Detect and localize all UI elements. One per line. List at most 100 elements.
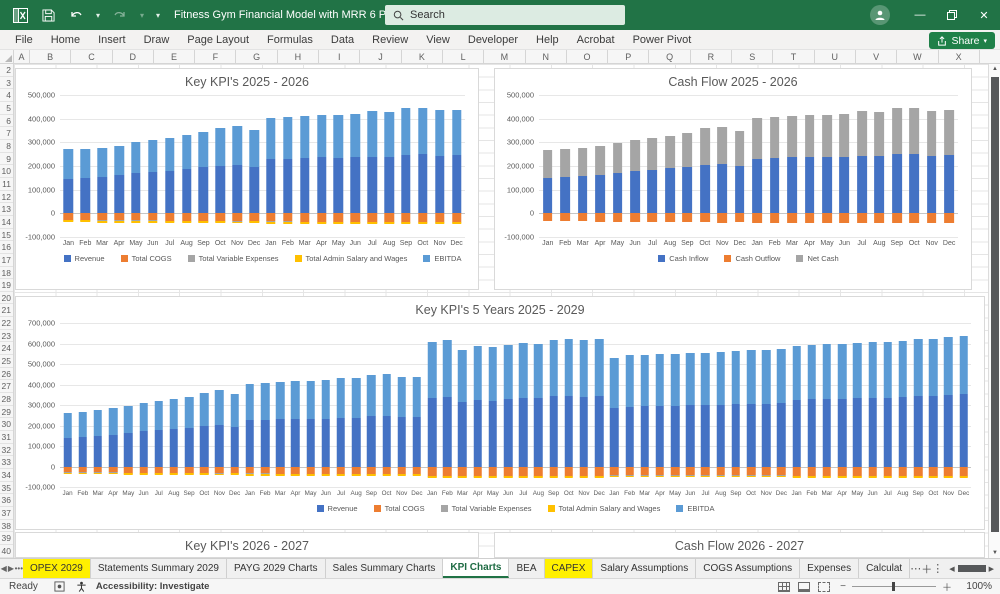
sheet-tab-expenses[interactable]: Expenses [800, 559, 860, 578]
row-header-5[interactable]: 5 [0, 102, 13, 115]
search-input[interactable]: Search [385, 5, 625, 25]
sheet-tab-kpi-charts[interactable]: KPI Charts [443, 559, 510, 578]
column-header-O[interactable]: O [567, 50, 609, 63]
column-header-I[interactable]: I [319, 50, 361, 63]
row-header-25[interactable]: 25 [0, 355, 13, 368]
customize-qat-caret[interactable]: ▾ [152, 11, 164, 20]
ribbon-tab-power-pivot[interactable]: Power Pivot [624, 30, 701, 50]
column-header-N[interactable]: N [526, 50, 567, 63]
column-header-T[interactable]: T [773, 50, 815, 63]
add-sheet-icon[interactable]: ＋ [921, 559, 932, 578]
account-avatar[interactable] [870, 5, 890, 25]
save-icon[interactable] [36, 4, 60, 26]
accessibility-icon[interactable] [74, 581, 90, 592]
row-header-10[interactable]: 10 [0, 165, 13, 178]
row-header-21[interactable]: 21 [0, 304, 13, 318]
row-header-3[interactable]: 3 [0, 77, 13, 90]
sheet-tab-cogs-assumptions[interactable]: COGS Assumptions [696, 559, 801, 578]
tabstrip-menu-icon[interactable]: ⋮ [932, 559, 943, 578]
chart-kpi-2026-2027[interactable]: Key KPI's 2026 - 2027 [15, 532, 479, 558]
row-header-13[interactable]: 13 [0, 203, 13, 216]
horizontal-scrollbar[interactable]: ◀ ▶ [943, 559, 1000, 578]
column-header-G[interactable]: G [236, 50, 278, 63]
row-header-7[interactable]: 7 [0, 127, 13, 140]
vertical-scroll-thumb[interactable] [991, 77, 999, 532]
close-button[interactable]: ✕ [968, 0, 1000, 30]
column-header-B[interactable]: B [30, 50, 72, 63]
column-header-V[interactable]: V [856, 50, 898, 63]
column-header-M[interactable]: M [484, 50, 526, 63]
hscroll-left-icon[interactable]: ◀ [949, 565, 954, 573]
row-header-30[interactable]: 30 [0, 418, 13, 432]
column-header-R[interactable]: R [691, 50, 733, 63]
sheet-tab-calculat[interactable]: Calculat [859, 559, 911, 578]
row-header-9[interactable]: 9 [0, 153, 13, 166]
row-header-37[interactable]: 37 [0, 507, 13, 520]
row-header-11[interactable]: 11 [0, 178, 13, 191]
column-header-P[interactable]: P [608, 50, 650, 63]
ribbon-tab-developer[interactable]: Developer [459, 30, 527, 50]
hscroll-right-icon[interactable]: ▶ [989, 565, 994, 573]
normal-view-icon[interactable] [778, 581, 791, 592]
row-header-19[interactable]: 19 [0, 279, 13, 292]
row-header-34[interactable]: 34 [0, 469, 13, 482]
column-header-K[interactable]: K [402, 50, 443, 63]
row-header-26[interactable]: 26 [0, 368, 13, 381]
column-header-S[interactable]: S [732, 50, 774, 63]
row-header-24[interactable]: 24 [0, 342, 13, 356]
share-button[interactable]: Share ▾ [929, 32, 995, 49]
row-header-20[interactable]: 20 [0, 292, 13, 305]
scroll-down-icon[interactable]: ▼ [989, 550, 1000, 556]
row-header-17[interactable]: 17 [0, 254, 13, 267]
column-header-F[interactable]: F [195, 50, 237, 63]
column-header-L[interactable]: L [443, 50, 485, 63]
row-header-29[interactable]: 29 [0, 406, 13, 419]
horizontal-scroll-thumb[interactable] [957, 565, 986, 572]
row-header-12[interactable]: 12 [0, 191, 13, 204]
zoom-slider-thumb[interactable] [892, 582, 895, 591]
undo-dropdown-caret[interactable]: ▾ [92, 11, 104, 20]
sheet-nav-left-icon[interactable]: ◀ [0, 559, 7, 578]
column-header-E[interactable]: E [154, 50, 196, 63]
column-header-H[interactable]: H [278, 50, 320, 63]
sheet-tab-payg-2029-charts[interactable]: PAYG 2029 Charts [227, 559, 326, 578]
ribbon-tab-acrobat[interactable]: Acrobat [568, 30, 624, 50]
vertical-scrollbar[interactable]: ▲ ▼ [988, 64, 1000, 558]
zoom-slider[interactable] [852, 582, 936, 591]
row-header-35[interactable]: 35 [0, 482, 13, 495]
row-header-38[interactable]: 38 [0, 520, 13, 533]
row-header-4[interactable]: 4 [0, 89, 13, 102]
sheet-tab-salary-assumptions[interactable]: Salary Assumptions [593, 559, 697, 578]
select-all-corner[interactable] [0, 50, 14, 63]
ribbon-tab-file[interactable]: File [6, 30, 42, 50]
row-header-31[interactable]: 31 [0, 431, 13, 444]
sheet-tab-opex-2029[interactable]: OPEX 2029 [23, 559, 91, 578]
scroll-up-icon[interactable]: ▲ [989, 66, 1000, 72]
grid-area[interactable]: Key KPI's 2025 - 2026 500,000 400,000 300,0… [14, 64, 988, 558]
row-header-39[interactable]: 39 [0, 532, 13, 545]
ribbon-tab-draw[interactable]: Draw [135, 30, 179, 50]
chart-kpi-2025-2026[interactable]: Key KPI's 2025 - 2026 500,000 400,000 300,0… [15, 68, 479, 290]
page-break-view-icon[interactable] [818, 581, 831, 592]
row-header-28[interactable]: 28 [0, 393, 13, 406]
row-header-23[interactable]: 23 [0, 330, 13, 343]
ribbon-tab-page-layout[interactable]: Page Layout [178, 30, 258, 50]
ribbon-tab-help[interactable]: Help [527, 30, 568, 50]
sheet-tab-capex[interactable]: CAPEX [544, 559, 594, 578]
row-header-2[interactable]: 2 [0, 64, 13, 77]
row-header-15[interactable]: 15 [0, 229, 13, 242]
row-header-27[interactable]: 27 [0, 380, 13, 394]
column-header-J[interactable]: J [360, 50, 402, 63]
ribbon-tab-view[interactable]: View [417, 30, 459, 50]
page-layout-view-icon[interactable] [798, 581, 811, 592]
zoom-out-icon[interactable]: − [840, 581, 846, 592]
row-header-8[interactable]: 8 [0, 140, 13, 153]
column-header-W[interactable]: W [897, 50, 939, 63]
status-accessibility[interactable]: Accessibility: Investigate [96, 581, 210, 592]
row-header-33[interactable]: 33 [0, 456, 13, 469]
column-header-Q[interactable]: Q [649, 50, 691, 63]
row-header-14[interactable]: 14 [0, 216, 13, 229]
column-header-X[interactable]: X [939, 50, 980, 63]
column-header-C[interactable]: C [71, 50, 113, 63]
ribbon-tab-formulas[interactable]: Formulas [258, 30, 322, 50]
